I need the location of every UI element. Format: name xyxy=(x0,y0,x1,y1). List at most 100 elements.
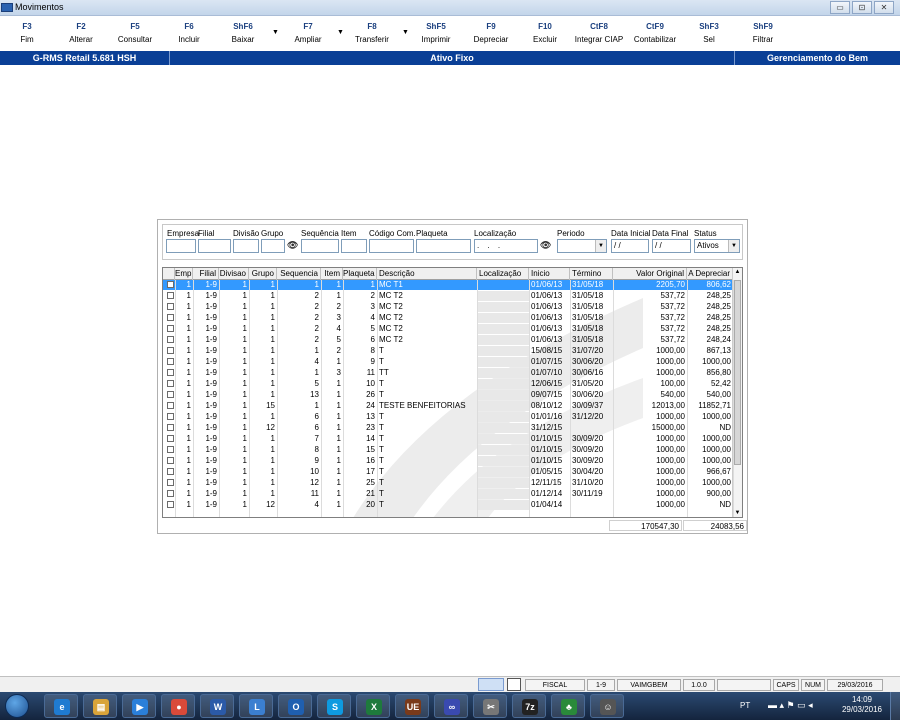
filial-input[interactable] xyxy=(198,239,231,253)
divisao-input[interactable] xyxy=(233,239,259,253)
toolbar-depreciar-button[interactable]: F9 Depreciar xyxy=(466,20,516,46)
row-checkbox[interactable] xyxy=(167,292,174,299)
dropdown-arrow-icon[interactable]: ▼ xyxy=(272,29,279,36)
show-desktop-button[interactable] xyxy=(890,692,900,720)
row-checkbox[interactable] xyxy=(167,380,174,387)
column-header-filial[interactable]: Filial xyxy=(193,268,219,280)
maximize-button[interactable]: ⊡ xyxy=(852,1,872,14)
row-checkbox[interactable] xyxy=(167,501,174,508)
minimize-button[interactable]: ▭ xyxy=(830,1,850,14)
taskbar-app-person[interactable]: ☺ xyxy=(590,694,624,718)
periodo-select[interactable]: ▼ xyxy=(557,239,607,253)
row-checkbox[interactable] xyxy=(167,347,174,354)
taskbar-ie[interactable]: e xyxy=(44,694,78,718)
taskbar-chrome[interactable]: ● xyxy=(161,694,195,718)
column-header-adep[interactable]: A Depreciar xyxy=(687,268,733,280)
column-header-ini[interactable]: Inicio xyxy=(529,268,570,280)
column-header-grupo[interactable]: Grupo xyxy=(249,268,277,280)
row-checkbox[interactable] xyxy=(167,358,174,365)
toolbar-integrar-ciap-button[interactable]: CtF8 Integrar CIAP xyxy=(574,20,624,46)
taskbar-outlook[interactable]: O xyxy=(278,694,312,718)
print-preview-icon[interactable] xyxy=(478,678,504,691)
column-header-emp[interactable]: Emp xyxy=(175,268,193,280)
cell-fim: 31/05/18 xyxy=(572,302,604,311)
column-header-select[interactable] xyxy=(165,268,175,280)
row-checkbox[interactable] xyxy=(167,336,174,343)
plaqueta-input[interactable] xyxy=(416,239,471,253)
column-header-plaq[interactable]: Plaqueta xyxy=(343,268,377,280)
row-checkbox[interactable] xyxy=(167,325,174,332)
row-checkbox[interactable] xyxy=(167,314,174,321)
toolbar-transferir-button[interactable]: F8 Transferir xyxy=(347,20,397,46)
scroll-down-icon[interactable]: ▼ xyxy=(733,510,742,516)
row-checkbox[interactable] xyxy=(167,446,174,453)
version-label: G-RMS Retail 5.681 HSH xyxy=(0,51,170,65)
taskbar-7zip[interactable]: 7z xyxy=(512,694,546,718)
taskbar-app-tools[interactable]: ✂ xyxy=(473,694,507,718)
row-checkbox[interactable] xyxy=(167,490,174,497)
sequencia-input[interactable] xyxy=(301,239,339,253)
status-select[interactable]: Ativos ▼ xyxy=(694,239,740,253)
column-header-seq[interactable]: Sequencia xyxy=(277,268,321,280)
toolbar-contabilizar-button[interactable]: CtF9 Contabilizar xyxy=(630,20,680,46)
row-checkbox[interactable] xyxy=(167,468,174,475)
row-checkbox[interactable] xyxy=(167,281,174,288)
document-icon[interactable] xyxy=(507,678,521,691)
codigo-com-input[interactable] xyxy=(369,239,414,253)
toolbar-excluir-button[interactable]: F10 Excluir xyxy=(520,20,570,46)
taskbar-app-ue[interactable]: UE xyxy=(395,694,429,718)
row-checkbox[interactable] xyxy=(167,479,174,486)
toolbar-fim-button[interactable]: F3 Fim xyxy=(2,20,52,46)
toolbar-ampliar-button[interactable]: F7 Ampliar xyxy=(283,20,333,46)
start-button[interactable] xyxy=(5,694,29,718)
scroll-up-icon[interactable]: ▲ xyxy=(733,269,742,275)
data-final-input[interactable]: / / xyxy=(652,239,691,253)
dropdown-arrow-icon[interactable]: ▼ xyxy=(402,29,409,36)
localizacao-input[interactable]: . . . xyxy=(474,239,538,253)
taskbar-skype[interactable]: S xyxy=(317,694,351,718)
toolbar-consultar-button[interactable]: F5 Consultar xyxy=(110,20,160,46)
row-checkbox[interactable] xyxy=(167,457,174,464)
search-localizacao-icon[interactable]: 👁 xyxy=(540,240,551,251)
column-header-desc[interactable]: Descrição xyxy=(377,268,477,280)
empresa-input[interactable] xyxy=(166,239,196,253)
taskbar-word[interactable]: W xyxy=(200,694,234,718)
status-mode: FISCAL xyxy=(525,679,585,691)
toolbar-sel-button[interactable]: ShF3 Sel xyxy=(684,20,734,46)
row-checkbox[interactable] xyxy=(167,424,174,431)
toolbar-filtrar-button[interactable]: ShF9 Filtrar xyxy=(738,20,788,46)
language-indicator[interactable]: PT xyxy=(740,701,750,710)
taskbar-media[interactable]: ▶ xyxy=(122,694,156,718)
row-checkbox[interactable] xyxy=(167,369,174,376)
toolbar-imprimir-button[interactable]: ShF5 Imprimir xyxy=(411,20,461,46)
toolbar-incluir-button[interactable]: F6 Incluir xyxy=(164,20,214,46)
row-checkbox[interactable] xyxy=(167,303,174,310)
data-inicial-input[interactable]: / / xyxy=(611,239,649,253)
toolbar-baixar-button[interactable]: ShF6 Baixar xyxy=(218,20,268,46)
taskbar-app-green[interactable]: ♣ xyxy=(551,694,585,718)
status-bar: FISCAL 1-9 VAIMGBEM 1.0.0 CAPS NUM 29/03… xyxy=(0,676,900,692)
scroll-thumb[interactable] xyxy=(734,280,741,465)
row-checkbox[interactable] xyxy=(167,413,174,420)
column-header-div[interactable]: Divisao xyxy=(219,268,249,280)
taskbar-explorer[interactable]: ▤ xyxy=(83,694,117,718)
toolbar-alterar-button[interactable]: F2 Alterar xyxy=(56,20,106,46)
dropdown-arrow-icon[interactable]: ▼ xyxy=(337,29,344,36)
column-header-loc[interactable]: Localização xyxy=(477,268,529,280)
taskbar-excel[interactable]: X xyxy=(356,694,390,718)
taskbar-app-lb[interactable]: L xyxy=(239,694,273,718)
taskbar-app-infinity[interactable]: ∞ xyxy=(434,694,468,718)
row-checkbox[interactable] xyxy=(167,435,174,442)
cell-valor: 1000,00 xyxy=(656,357,685,366)
tray-icons[interactable]: ▬ ▴ ⚑ ▭ ◂ xyxy=(768,700,813,711)
close-button[interactable]: ✕ xyxy=(874,1,894,14)
column-header-fim[interactable]: Término xyxy=(570,268,613,280)
grupo-input[interactable] xyxy=(261,239,285,253)
row-checkbox[interactable] xyxy=(167,391,174,398)
item-input[interactable] xyxy=(341,239,367,253)
row-checkbox[interactable] xyxy=(167,402,174,409)
column-header-item[interactable]: Item xyxy=(321,268,343,280)
column-header-valor[interactable]: Valor Original xyxy=(613,268,687,280)
search-grupo-icon[interactable]: 👁 xyxy=(287,240,298,251)
clock[interactable]: 14:09 29/03/2016 xyxy=(842,695,882,715)
